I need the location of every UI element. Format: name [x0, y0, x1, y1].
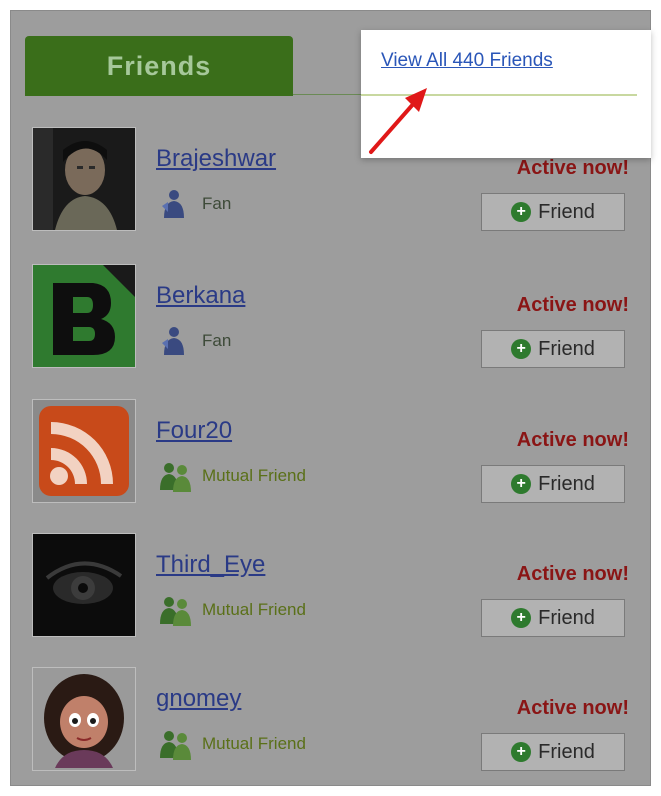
relation-mutual: Mutual Friend [158, 459, 306, 493]
friend-button-label: Friend [538, 740, 595, 763]
relation-fan: Fan [158, 324, 231, 358]
friend-button-label: Friend [538, 472, 595, 495]
plus-circle-icon: + [511, 339, 532, 359]
friend-button[interactable]: + Friend [481, 599, 625, 637]
relation-mutual: Mutual Friend [158, 727, 306, 761]
status-badge: Active now! [516, 697, 629, 719]
relation-mutual: Mutual Friend [158, 593, 306, 627]
relation-label: Mutual Friend [202, 466, 306, 485]
friend-button[interactable]: + Friend [481, 465, 625, 503]
friend-name-link[interactable]: Brajeshwar [156, 145, 276, 173]
friend-button[interactable]: + Friend [481, 193, 625, 231]
fan-icon [162, 327, 184, 355]
status-badge: Active now! [516, 294, 629, 316]
eye-photo-icon[interactable] [32, 533, 136, 637]
mutual-friends-icon [160, 463, 191, 492]
friend-button[interactable]: + Friend [481, 330, 625, 368]
relation-fan: Fan [158, 187, 231, 221]
friend-button[interactable]: + Friend [481, 733, 625, 771]
plus-circle-icon: + [511, 202, 532, 222]
relation-label: Mutual Friend [202, 600, 306, 619]
relation-label: Fan [202, 331, 232, 350]
friend-button-label: Friend [538, 337, 595, 360]
tab-underline [293, 94, 361, 95]
friend-item-third-eye: Third_Eye Mutual Friend Active now! + Fr… [32, 533, 642, 641]
friend-name-link[interactable]: Berkana [156, 282, 245, 310]
view-all-popup: View All 440 Friends [361, 30, 651, 158]
red-arrow-icon [369, 88, 427, 154]
status-badge: Active now! [516, 157, 629, 179]
friend-item-gnomey: gnomey Mutual Friend Active now! + Frien… [32, 667, 642, 775]
mutual-friends-icon [160, 597, 191, 626]
tab-friends[interactable]: Friends [25, 36, 293, 96]
status-badge: Active now! [516, 429, 629, 451]
fan-icon [162, 190, 184, 218]
tab-label: Friends [106, 50, 212, 81]
plus-circle-icon: + [511, 608, 532, 628]
friend-name-link[interactable]: Four20 [156, 417, 232, 445]
rss-feed-icon[interactable] [32, 399, 136, 503]
photo-man-icon[interactable] [32, 127, 136, 231]
status-badge: Active now! [516, 563, 629, 585]
friend-item-berkana: Berkana Fan Active now! + Friend [32, 264, 642, 372]
friend-button-label: Friend [538, 200, 595, 223]
cartoon-girl-icon[interactable] [32, 667, 136, 771]
friend-item-four20: Four20 Mutual Friend Active now! + Frien… [32, 399, 642, 507]
letter-b-logo-icon[interactable] [32, 264, 136, 368]
relation-label: Mutual Friend [202, 734, 306, 753]
friend-name-link[interactable]: gnomey [156, 685, 241, 713]
friend-button-label: Friend [538, 606, 595, 629]
plus-circle-icon: + [511, 474, 532, 494]
relation-label: Fan [202, 194, 232, 213]
friend-name-link[interactable]: Third_Eye [156, 551, 265, 579]
mutual-friends-icon [160, 731, 191, 760]
plus-circle-icon: + [511, 742, 532, 762]
